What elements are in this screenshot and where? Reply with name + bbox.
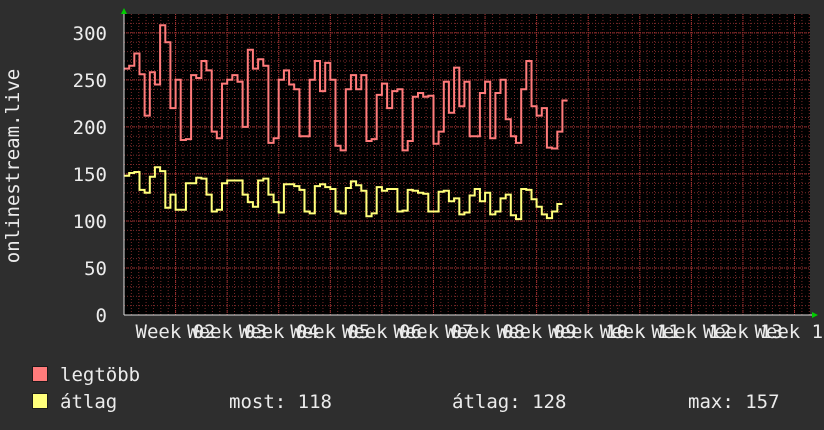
stat-average: átlag: 128 [452,391,567,413]
legend-item-max: legtöbb [32,364,140,386]
legend-label-avg: átlag [60,391,118,413]
stat-maximum: max: 157 [688,391,780,413]
stat-current: most: 118 [229,391,332,413]
y-axis-label: onlinestream.live [2,69,24,263]
x-axis-arrow [812,312,818,318]
x-tick-label: Week 14 [754,321,824,343]
y-axis-arrow [121,8,127,14]
y-tick-label: 200 [73,117,107,139]
y-tick-label: 300 [73,23,107,45]
legend-swatch-avg [32,393,48,409]
y-tick-label: 0 [96,305,107,327]
legend-label-max: legtöbb [60,364,141,386]
legend-item-avg: átlag [32,391,117,413]
y-tick-labels: 0 50 100 150 200 250 300 [73,23,107,327]
y-tick-label: 250 [73,70,107,92]
y-tick-label: 100 [73,211,107,233]
x-tick-labels: Week 02Week 03Week 04Week 05Week 06Week … [136,321,824,343]
line-chart: 0 50 100 150 200 250 300 Week 02Week 03Week 04… [2,8,824,343]
legend-swatch-max [32,366,48,382]
y-tick-label: 150 [73,164,107,186]
y-tick-label: 50 [84,258,107,280]
